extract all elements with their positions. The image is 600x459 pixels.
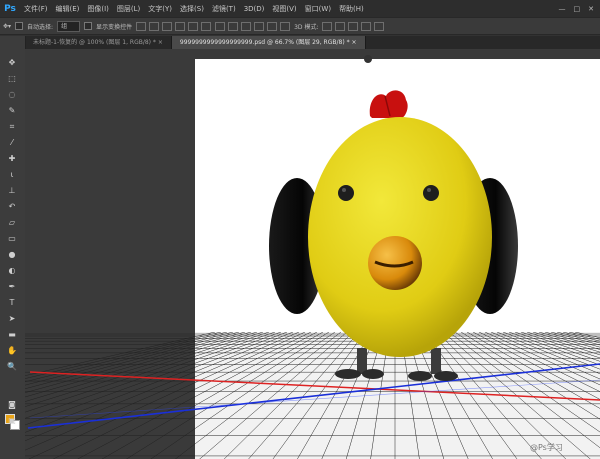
- floor-shade-left: [25, 332, 195, 459]
- 3d-viewport[interactable]: [0, 0, 600, 459]
- left-eye-highlight: [342, 188, 346, 192]
- right-eye-highlight: [427, 188, 431, 192]
- left-leg: [357, 348, 367, 374]
- right-leg: [431, 348, 441, 374]
- right-eye: [423, 185, 439, 201]
- watermark: @Ps学习: [530, 443, 563, 452]
- left-eye: [338, 185, 354, 201]
- 3d-light-handle-icon[interactable]: [364, 55, 372, 63]
